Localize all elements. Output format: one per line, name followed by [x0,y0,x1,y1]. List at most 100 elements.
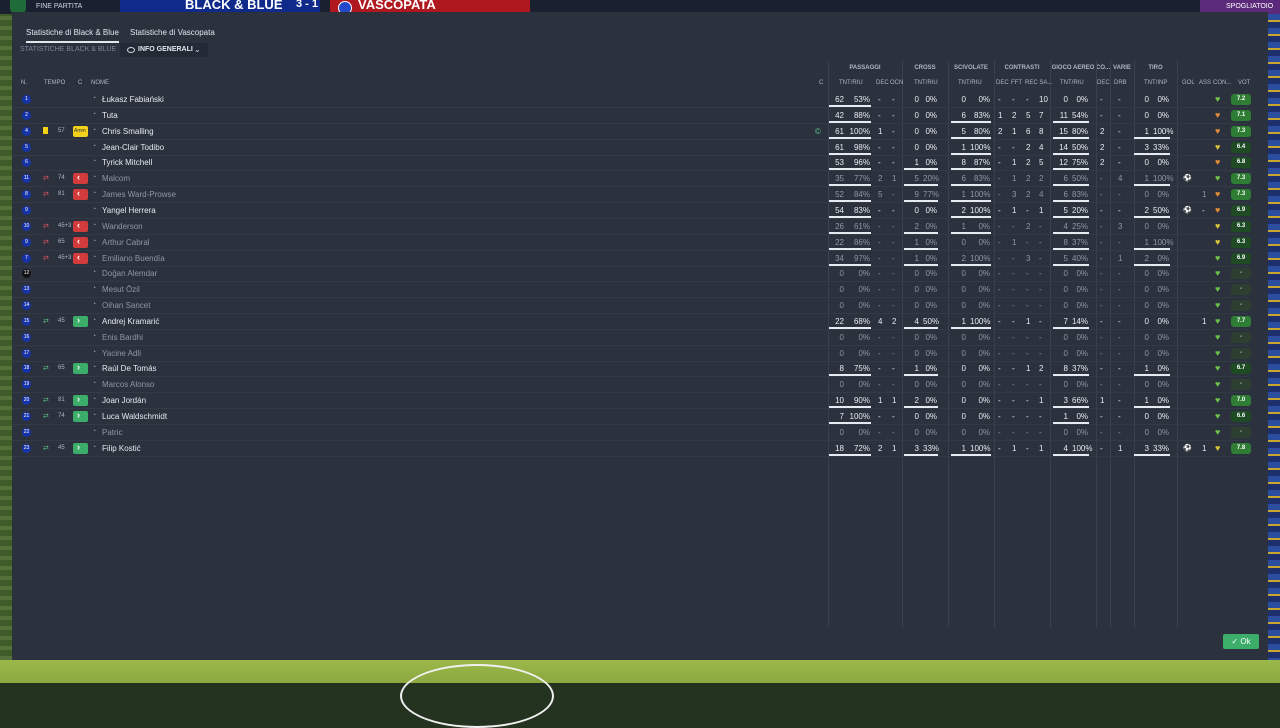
column-header-dec[interactable]: DEC [876,80,889,86]
headers-pct: 14% [1072,316,1089,326]
dribbles: - [1118,380,1121,390]
fouls: - [1012,269,1015,279]
dribbles: - [1118,142,1121,152]
table-row[interactable]: 19 ◔ Marcos Alonso 0 0% - -0 0% 0 0% - - - -0 0% - -0 0% ♥… [12,377,1251,394]
column-header-n[interactable]: N. [21,80,27,86]
recoveries: 1 [1026,316,1031,326]
headers-pct: 40% [1072,253,1089,263]
headers-attempts: 11 [1059,110,1068,120]
ok-button[interactable]: ✓ Ok [1223,634,1259,649]
column-header-cdec[interactable]: DEC [996,80,1009,86]
player-icon: ◔ [92,95,97,102]
column-header-ocn[interactable]: OCN [890,80,903,86]
table-row[interactable]: 7 ⇄ 45+3 ‹ ◔ Emiliano Buendía 34 97% - -1 0% 2 100% -… [12,251,1251,267]
subbed-off-badge: ‹ [73,220,88,232]
group-header: PASSAGGI [849,65,881,71]
column-header-vot[interactable]: VOT [1238,80,1250,86]
stadium-right-edge [1268,0,1280,660]
shots-attempts: 0 [1144,110,1149,120]
column-header-c[interactable]: C [78,80,82,86]
column-header-gol[interactable]: GOL [1182,80,1195,86]
column-header-rec[interactable]: REC SA... [1025,80,1052,86]
table-row[interactable]: 14 ◔ Oihan Sancet 0 0% - -0 0% 0 0% - - - -0 0% - -0 0% ♥ - [12,298,1251,315]
column-header-codec[interactable]: DEC [1097,80,1110,86]
column-header-cap[interactable]: C [819,80,823,86]
table-row[interactable]: 23 ⇄ 45 › ◔ Filip Kostić 18 72% 2 1 3 33% 1 100% -1-1 4… [12,441,1251,457]
player-icon: ◔ [92,427,97,435]
duels-decisive: - [998,190,1001,200]
player-name: Yacine Adli [102,348,141,358]
duels-decisive: 2 [998,126,1003,136]
sub-on-icon: ⇄ [43,365,49,373]
tab-home-stats[interactable]: Statistiche di Black & Blue [26,24,119,43]
headers-attempts: 1 [1063,412,1068,421]
sub-off-icon: ⇄ [43,238,49,246]
player-name: Marcos Alonso [102,380,155,390]
dribbles: 1 [1118,443,1123,453]
table-row[interactable]: 16 ◔ Enis Bardhi 0 0% - -0 0% 0 0% - - - -0 0% - -0 0% ♥ - [12,330,1251,346]
table-row[interactable]: 21 ⇄ 74 › ◔ Luca Waldschmidt 7 100% - -0 0% 0 0% - - - -… [12,409,1251,425]
headers-pct: 80% [1072,126,1089,136]
recoveries: 2 [1026,174,1031,184]
column-header-aereo[interactable]: TNT/RIU [1060,80,1084,86]
column-header-nome[interactable]: NOME [91,80,109,86]
condition-heart-icon: ♥ [1215,220,1221,231]
shots-attempts: 1 [1144,364,1149,374]
table-row[interactable]: 10 ⇄ 45+3 ‹ ◔ Wanderson 26 61% - -2 0% 1 0% - -2-4 25% -… [12,219,1251,235]
table-row[interactable]: 9 ◔ Yangel Herrera 54 83% - -0 0% 2 100% -1-1 5 20% -… [12,203,1251,219]
column-header-con[interactable]: CON... [1213,80,1231,86]
shirt-number: 23 [22,443,31,453]
headers-bar [1053,453,1089,456]
shots-bar [1134,453,1170,456]
table-row[interactable]: 4 57 Amm ◔ Chris Smalling © 61 100% 1-0 0% 5 80% 2 1 6… [12,124,1251,140]
table-row[interactable]: 5 ◔ Jean-Clair Todibo 61 98% - -0 0% 1 100% - -2 4 14… [12,140,1251,156]
view-dropdown[interactable]: INFO GENERALI ⌄ [120,43,208,57]
table-row[interactable]: 12 ◔ Doğan Alemdar 0 0% - -0 0% 0 0% - - - -0 0% - -0 0% ♥… [12,266,1251,283]
column-header-cross[interactable]: TNT/RIU [914,80,938,86]
shots-bar [1134,247,1170,250]
table-row[interactable]: 15 ⇄ 45 › ◔ Andrej Kramarić 22 68% 4 2 4 50% 1 100% - -… [12,314,1251,330]
table-row[interactable]: 11 ⇄ 74 ‹ ◔ Malcom 35 77% 2 1 5 20% 6 83% -1 2 2 6 50% -4 1 1… [12,171,1251,188]
player-name: Emiliano Buendía [102,253,165,263]
table-row[interactable]: 9 ⇄ 65 ‹ ◔ Arthur Cabral 22 86% - -1 0% 0 0% -1- -8 37%… [12,235,1251,251]
subbed-on-badge: › [73,394,88,407]
tackles-bar [951,120,991,123]
table-row[interactable]: 18 ⇄ 65 › ◔ Raúl De Tomás 8 75% - -1 0% 0 0% - -1 2 8 37%… [12,361,1251,378]
shots-pct: 0% [1157,221,1169,231]
tab-away-stats[interactable]: Statistiche di Vascopata [130,24,215,41]
clearances: - [1039,332,1042,342]
tackles-pct: 0% [978,412,990,421]
column-header-tempo[interactable]: TEMPO [44,80,65,86]
column-header-tiro[interactable]: TNT/INP [1144,80,1167,86]
crosses-bar [904,168,938,171]
table-row[interactable]: 8 ⇄ 81 ‹ ◔ James Ward-Prowse 52 84% 5-9 77% 1 100% -… [12,187,1251,204]
arrow-left-icon: ‹ [77,188,80,199]
recoveries: - [1026,443,1029,453]
table-row[interactable]: 2 ◔ Tuta 42 88% - -0 0% 6 83% 1 2 5 7 11 54% - -0 0% ♥ 7.1 [12,108,1251,124]
table-row[interactable]: 1 ◔ Łukasz Fabiański 62 53% - -0 0% 0 0% - - -10 0 0% -… [12,92,1251,108]
shots-attempts: 0 [1144,190,1149,200]
shots-attempts: 0 [1144,95,1149,104]
crosses-bar [904,453,938,456]
table-row[interactable]: 20 ⇄ 81 › ◔ Joan Jordán 10 90% 1 1 2 0% 0 0% - - -1 3 66% 1… [12,393,1251,410]
substitution-minute: 45+3 [58,222,72,229]
table-row[interactable]: 17 ◔ Yacine Adli 0 0% - -0 0% 0 0% - - - -0 0% - -0 0% ♥ - [12,346,1251,362]
column-header-sciv[interactable]: TNT/RIU [958,80,982,86]
shots-attempts: 0 [1144,332,1149,342]
shots-pct: 0% [1157,380,1169,390]
crosses-attempts: 1 [914,158,919,168]
shirt-number: 17 [22,348,31,358]
passes-bar [829,263,871,266]
passes-bar [829,168,871,171]
headers-bar [1053,120,1089,123]
column-header-drb[interactable]: DRB [1114,80,1127,86]
table-row[interactable]: 6 ◔ Tyrick Mitchell 53 96% - -1 0% 8 87% -1 2 5 12 75%… [12,155,1251,172]
column-header-ass[interactable]: ASS [1199,80,1211,86]
column-header-pass[interactable]: TNT/RIU [839,80,863,86]
table-row[interactable]: 13 ◔ Mesut Özil 0 0% - -0 0% 0 0% - - - -0 0% - -0 0% ♥ - [12,282,1251,299]
column-header-fft[interactable]: FFT [1011,80,1022,86]
clearances: - [1039,412,1042,421]
table-row[interactable]: 22 ◔ Patric 0 0% - -0 0% 0 0% - - - -0 0% - -0 0% ♥ - [12,425,1251,441]
player-icon: ◔ [92,174,97,182]
captain-icon: © [815,126,821,136]
